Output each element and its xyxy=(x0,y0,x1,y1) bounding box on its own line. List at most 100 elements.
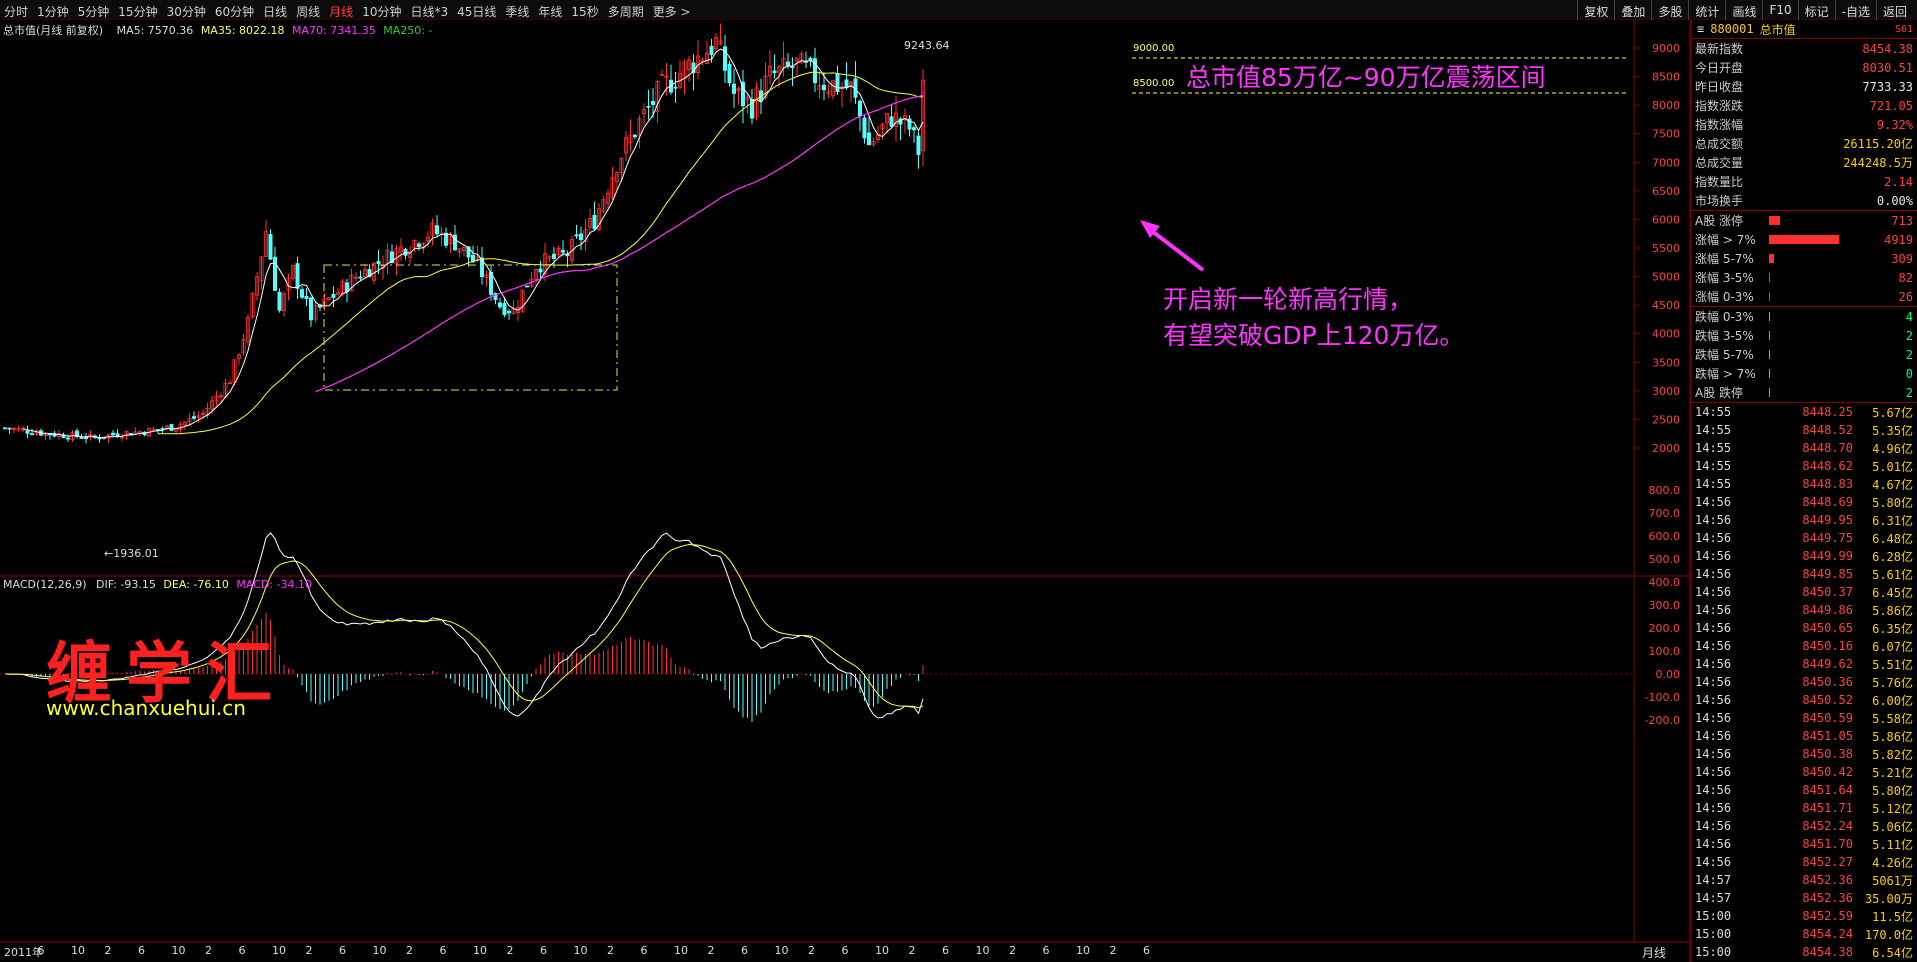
tick-price: 8450.42 xyxy=(1802,765,1853,779)
advance-count: 26 xyxy=(1898,289,1913,304)
tick-time: 15:00 xyxy=(1695,927,1732,941)
x-axis: 2011年 6 10 2 6 10 2 6 10 2 6 10 2 6 10 2 6 10 2 6 10 2 6 10 2 6 10… xyxy=(0,944,1634,962)
decline-label: 跌幅 0-3% xyxy=(1695,310,1754,324)
x-tick: 2 xyxy=(707,944,715,957)
range-annotation: 总市值85万亿~90万亿震荡区间 xyxy=(1186,63,1546,92)
period-tab-4[interactable]: 30分钟 xyxy=(167,3,206,20)
toolbar-button-2[interactable]: 多股 xyxy=(1651,0,1688,20)
tick-time: 14:56 xyxy=(1695,783,1732,797)
period-tab-6[interactable]: 日线 xyxy=(263,3,287,20)
period-tab-8[interactable]: 月线 xyxy=(329,3,353,20)
advance-label: 涨幅 3-5% xyxy=(1695,271,1754,285)
tick-row: 14:57 8452.36 5061万 xyxy=(1691,871,1917,889)
period-tab-14[interactable]: 15秒 xyxy=(571,3,598,20)
candle-body xyxy=(506,310,511,314)
macd-tick: 100.0 xyxy=(1649,645,1681,658)
candle-body xyxy=(912,127,917,131)
tick-amount: 5.80亿 xyxy=(1872,495,1913,510)
advance-bar xyxy=(1769,273,1771,282)
x-tick: 6 xyxy=(138,944,145,957)
decline-row: 跌幅 0-3% 4 xyxy=(1691,307,1917,326)
period-tab-5[interactable]: 60分钟 xyxy=(215,3,254,20)
toolbar-button-8[interactable]: 返回 xyxy=(1875,0,1913,20)
period-tab-16[interactable]: 更多 > xyxy=(653,3,691,20)
candle-body xyxy=(502,302,507,316)
tick-amount: 5.61亿 xyxy=(1872,567,1913,582)
tick-amount: 4.67亿 xyxy=(1872,477,1913,492)
tick-row: 14:56 8449.99 6.28亿 xyxy=(1691,547,1917,565)
toolbar-button-5[interactable]: F10 xyxy=(1762,0,1797,20)
tick-price: 8449.75 xyxy=(1802,531,1853,545)
label-9000: 9000.00 xyxy=(1133,43,1175,54)
candle-body xyxy=(538,268,543,273)
stat-row: 指数涨跌 721.05 xyxy=(1691,96,1917,115)
period-tab-10[interactable]: 日线*3 xyxy=(410,3,448,20)
tick-price: 8451.70 xyxy=(1802,837,1853,851)
period-tab-15[interactable]: 多周期 xyxy=(608,3,644,20)
candle-body xyxy=(3,427,8,430)
period-tab-11[interactable]: 45日线 xyxy=(457,3,496,20)
advance-row: 涨幅 > 7% 4919 xyxy=(1691,230,1917,249)
tick-time: 14:56 xyxy=(1695,495,1732,509)
x-tick: 6 xyxy=(841,944,849,957)
candle-body xyxy=(299,289,304,298)
toolbar-button-0[interactable]: 复权 xyxy=(1577,0,1614,20)
candle-body xyxy=(646,105,651,108)
decline-row: 跌幅 5-7% 2 xyxy=(1691,345,1917,364)
tick-time: 14:55 xyxy=(1695,477,1732,491)
x-tick: 6 xyxy=(942,944,949,957)
x-tick: 6 xyxy=(741,944,748,957)
price-tick: 6000 xyxy=(1652,213,1680,226)
advance-label: 涨幅 5-7% xyxy=(1695,252,1754,266)
toolbar-button-1[interactable]: 叠加 xyxy=(1614,0,1651,20)
decline-bar xyxy=(1769,331,1770,340)
kline-chart[interactable]: 9000 8500 8000 7500 7000 6500 6000 5500 5000 4500… xyxy=(0,20,1690,962)
period-tab-2[interactable]: 5分钟 xyxy=(78,3,110,20)
x-tick: 6 xyxy=(238,944,246,957)
tick-price: 8448.52 xyxy=(1802,423,1853,437)
period-tab-0[interactable]: 分时 xyxy=(4,3,28,20)
ma250-label: MA250: - xyxy=(383,24,433,37)
tick-amount: 5.82亿 xyxy=(1872,747,1913,762)
advance-bar xyxy=(1769,292,1770,301)
advance-row: 涨幅 0-3% 26 xyxy=(1691,287,1917,306)
stat-value: 0.00% xyxy=(1876,193,1913,208)
tick-time: 14:56 xyxy=(1695,531,1732,545)
period-tab-1[interactable]: 1分钟 xyxy=(37,3,69,20)
period-tab-9[interactable]: 10分钟 xyxy=(362,3,401,20)
tick-list[interactable]: 14:55 8448.25 5.67亿 14:55 8448.52 5.35亿 14:55 8… xyxy=(1691,403,1917,961)
macd-tick: 700.0 xyxy=(1649,507,1681,520)
tick-price: 8452.36 xyxy=(1802,891,1853,905)
tick-row: 14:55 8448.25 5.67亿 xyxy=(1691,403,1917,421)
stat-row: 昨日收盘 7733.33 xyxy=(1691,77,1917,96)
toolbar-button-4[interactable]: 画线 xyxy=(1725,0,1762,20)
tick-price: 8450.16 xyxy=(1802,639,1853,653)
price-tick: 5500 xyxy=(1652,242,1680,255)
advance-count: 4919 xyxy=(1884,232,1913,247)
tick-price: 8449.95 xyxy=(1802,513,1853,527)
period-tab-3[interactable]: 15分钟 xyxy=(118,3,157,20)
candle-body xyxy=(552,253,557,259)
decline-count: 2 xyxy=(1905,328,1913,343)
period-tab-7[interactable]: 周线 xyxy=(296,3,320,20)
tick-row: 14:55 8448.52 5.35亿 xyxy=(1691,421,1917,439)
candle-body xyxy=(574,234,579,237)
menu-icon[interactable]: ≡ xyxy=(1697,22,1704,36)
stat-label: 市场换手 xyxy=(1695,194,1744,208)
toolbar-button-3[interactable]: 统计 xyxy=(1688,0,1725,20)
toolbar-button-6[interactable]: 标记 xyxy=(1797,0,1835,20)
period-tab-13[interactable]: 年线 xyxy=(538,3,562,20)
ma35-label: MA35: 8022.18 xyxy=(200,24,285,37)
tick-price: 8448.25 xyxy=(1802,405,1853,419)
toolbar-button-7[interactable]: -自选 xyxy=(1834,0,1876,20)
chart-area[interactable]: 9000 8500 8000 7500 7000 6500 6000 5500 5000 4500… xyxy=(0,20,1690,962)
candle-body xyxy=(727,63,732,84)
tick-time: 14:55 xyxy=(1695,441,1732,455)
macd-tick: 200.0 xyxy=(1649,622,1681,635)
period-tab-12[interactable]: 季线 xyxy=(505,3,529,20)
decline-row: 跌幅 > 7% 0 xyxy=(1691,364,1917,383)
decline-block: 跌幅 0-3% 4 跌幅 3-5% 2 跌幅 5-7% 2 跌幅 > 7% 0 A股 跌停 2 xyxy=(1691,307,1917,403)
ma70-label: MA70: 7341.35 xyxy=(292,24,376,37)
ma5-label: MA5: 7570.36 xyxy=(116,24,194,37)
tick-price: 8448.62 xyxy=(1802,459,1853,473)
